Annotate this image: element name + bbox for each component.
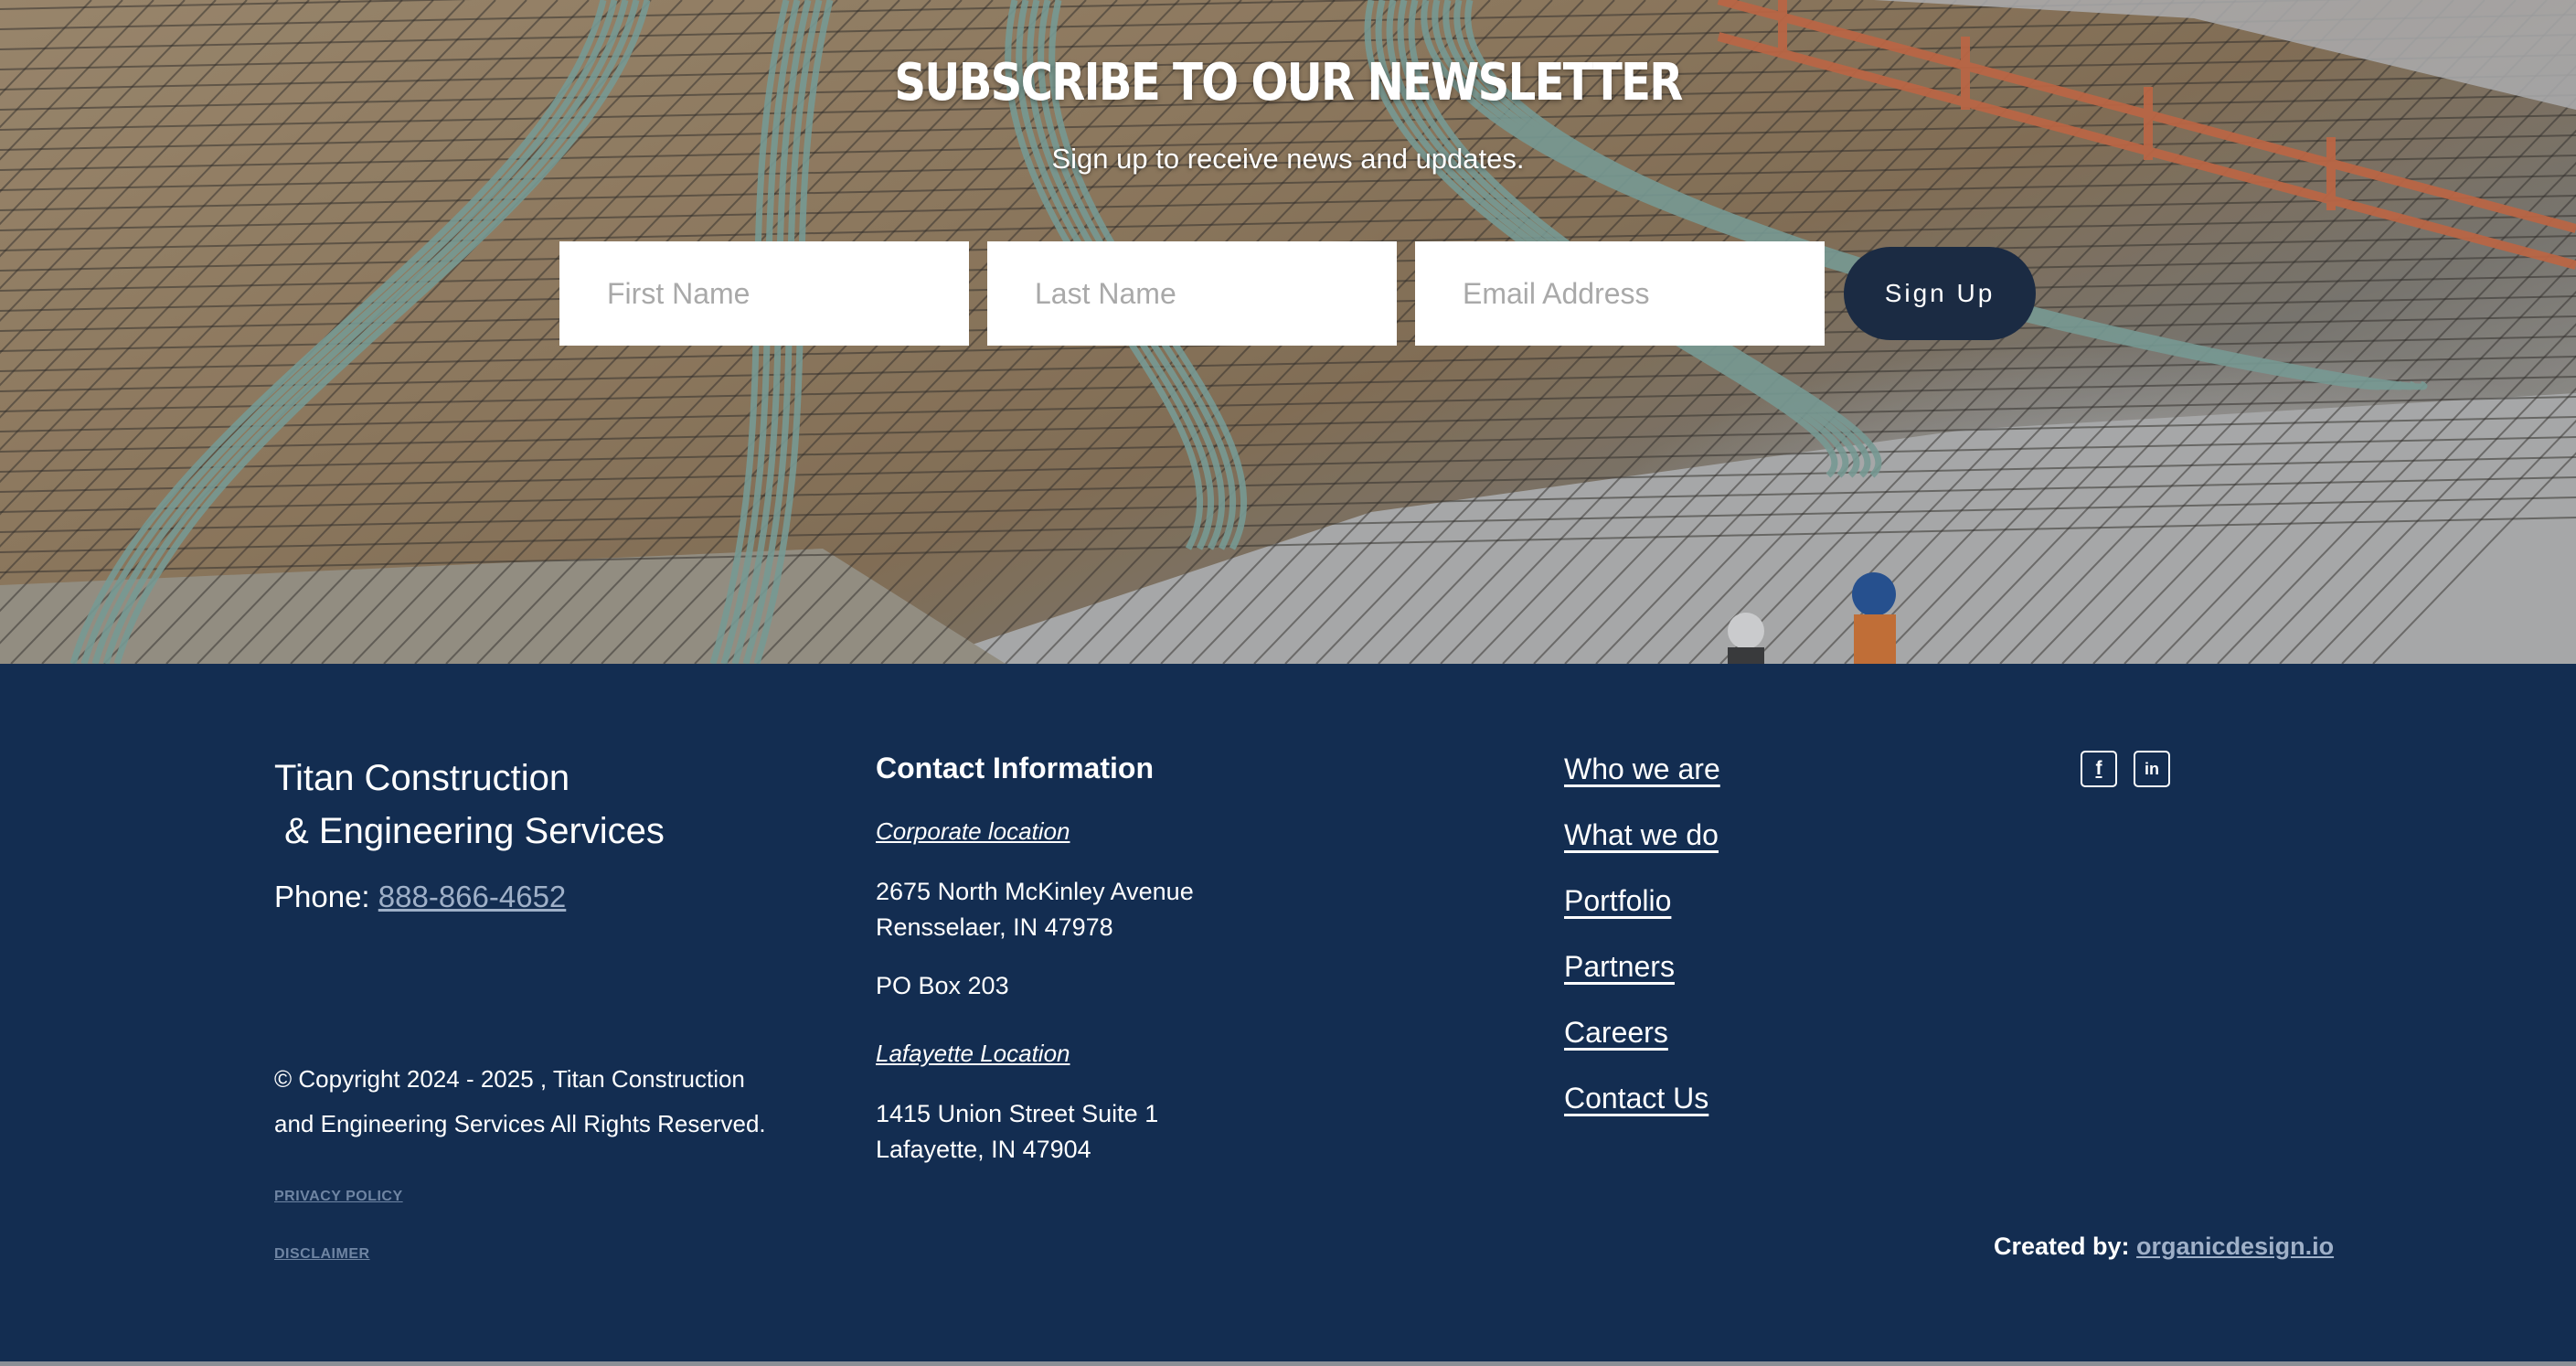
facebook-glyph: f <box>2095 758 2102 779</box>
company-name-line2: & Engineering Services <box>274 811 665 851</box>
lafayette-address: 1415 Union Street Suite 1 Lafayette, IN … <box>876 1096 1158 1168</box>
newsletter-section: SUBSCRIBE TO OUR NEWSLETTER Sign up to r… <box>0 0 2576 664</box>
phone: Phone: 888-866-4652 <box>274 880 566 914</box>
copyright-text: © Copyright 2024 - 2025 , Titan Construc… <box>274 1065 766 1137</box>
newsletter-subtitle: Sign up to receive news and updates. <box>1051 143 1525 175</box>
last-name-input[interactable] <box>987 241 1397 346</box>
phone-link[interactable]: 888-866-4652 <box>378 880 567 913</box>
facebook-icon[interactable]: f <box>2081 751 2117 787</box>
created-by-label: Created by: <box>1994 1233 2137 1260</box>
corporate-address: 2675 North McKinley Avenue Rensselaer, I… <box>876 874 1194 945</box>
site-footer: Titan Construction & Engineering Service… <box>0 664 2576 1366</box>
nav-contact-us[interactable]: Contact Us <box>1564 1082 1708 1115</box>
company-name-line1: Titan Construction <box>274 758 570 798</box>
corporate-address-line1: 2675 North McKinley Avenue <box>876 878 1194 905</box>
created-by-link[interactable]: organicdesign.io <box>2136 1233 2334 1260</box>
nav-portfolio[interactable]: Portfolio <box>1564 884 1671 918</box>
privacy-policy-link[interactable]: PRIVACY POLICY <box>274 1189 403 1205</box>
po-box: PO Box 203 <box>876 972 1009 999</box>
sign-up-button[interactable]: Sign Up <box>1844 247 2036 340</box>
corporate-address-line2: Rensselaer, IN 47978 <box>876 913 1113 941</box>
nav-who-we-are[interactable]: Who we are <box>1564 752 1720 786</box>
lafayette-location-label: Lafayette Location <box>876 1040 1070 1067</box>
first-name-input[interactable] <box>559 241 969 346</box>
nav-partners[interactable]: Partners <box>1564 950 1675 984</box>
created-by: Created by: organicdesign.io <box>1994 1233 2334 1261</box>
lafayette-address-line1: 1415 Union Street Suite 1 <box>876 1100 1159 1127</box>
phone-label: Phone: <box>274 880 378 913</box>
disclaimer-link[interactable]: DISCLAIMER <box>274 1246 370 1263</box>
linkedin-icon[interactable]: in <box>2134 751 2170 787</box>
contact-info-title: Contact Information <box>876 752 1154 784</box>
newsletter-title: SUBSCRIBE TO OUR NEWSLETTER <box>894 53 1683 112</box>
corporate-location-label: Corporate location <box>876 817 1070 845</box>
company-name: Titan Construction & Engineering Service… <box>274 752 665 858</box>
bottom-strip <box>0 1361 2576 1366</box>
nav-what-we-do[interactable]: What we do <box>1564 818 1719 852</box>
lafayette-address-line2: Lafayette, IN 47904 <box>876 1136 1091 1163</box>
nav-careers[interactable]: Careers <box>1564 1016 1668 1050</box>
email-input[interactable] <box>1415 241 1825 346</box>
linkedin-glyph: in <box>2145 759 2159 778</box>
